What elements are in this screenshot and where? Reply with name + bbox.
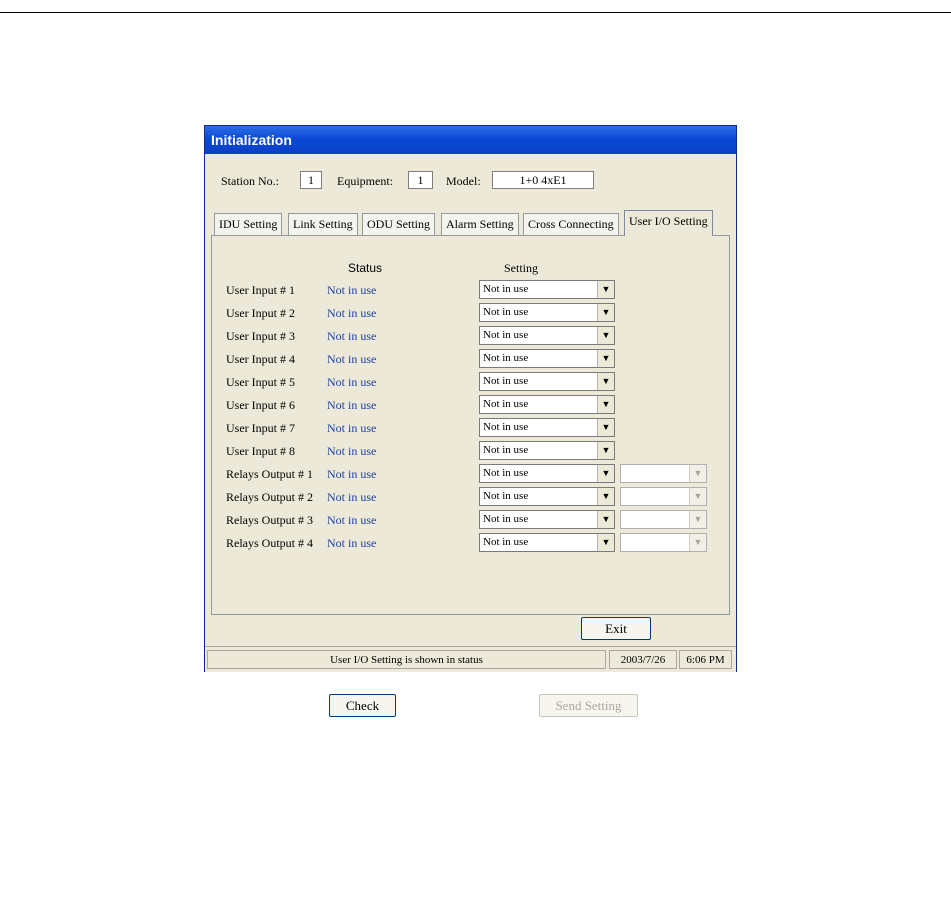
io-row-label: User Input # 8 [226,444,295,458]
io-row-setting-value: Not in use [483,513,529,525]
io-row-label: User Input # 2 [226,306,295,320]
tab-odu-setting[interactable]: ODU Setting [362,213,435,235]
chevron-down-icon[interactable]: ▼ [597,488,614,505]
io-row-setting-value: Not in use [483,536,529,548]
tab-idu-setting[interactable]: IDU Setting [214,213,283,235]
io-row-setting-value: Not in use [483,375,529,387]
io-row-setting-select[interactable]: Not in use ▼ [479,533,615,552]
tab-cross-connecting[interactable]: Cross Connecting [523,213,619,235]
io-row-label: Relays Output # 2 [226,490,313,504]
chevron-down-icon[interactable]: ▼ [597,465,614,482]
io-row-setting-value: Not in use [483,467,529,479]
status-time: 6:06 PM [679,650,732,669]
io-row-label: User Input # 7 [226,421,295,435]
equipment-field[interactable]: 1 [408,171,433,189]
status-column-header: Status [348,261,383,275]
io-row-setting-value: Not in use [483,306,529,318]
io-row-setting-select[interactable]: Not in use ▼ [479,487,615,506]
chevron-down-icon: ▼ [689,488,706,505]
setting-column-header: Setting [504,261,539,275]
io-row-label: User Input # 3 [226,329,295,343]
station-label: Station No.: [221,174,280,188]
io-row-setting-select[interactable]: Not in use ▼ [479,418,615,437]
io-row-status: Not in use [327,444,377,458]
chevron-down-icon[interactable]: ▼ [597,419,614,436]
io-row-label: Relays Output # 3 [226,513,313,527]
io-row-setting-select[interactable]: Not in use ▼ [479,395,615,414]
model-label: Model: [446,174,481,188]
tab-alarm-setting[interactable]: Alarm Setting [441,213,519,235]
io-row-setting-value: Not in use [483,352,529,364]
io-row-setting-select[interactable]: Not in use ▼ [479,349,615,368]
io-row-status: Not in use [327,398,377,412]
io-row-setting-select[interactable]: Not in use ▼ [479,441,615,460]
chevron-down-icon[interactable]: ▼ [597,327,614,344]
io-row-status: Not in use [327,352,377,366]
io-row-setting-value: Not in use [483,283,529,295]
io-row-status: Not in use [327,421,377,435]
chevron-down-icon: ▼ [689,465,706,482]
io-row-setting-select[interactable]: Not in use ▼ [479,326,615,345]
io-row-setting-value: Not in use [483,444,529,456]
tab-user-io-setting[interactable]: User I/O Setting [624,210,713,236]
io-row-secondary-select[interactable]: ▼ [620,510,707,529]
io-row-status: Not in use [327,513,377,527]
io-row-label: Relays Output # 4 [226,536,313,550]
chevron-down-icon[interactable]: ▼ [597,350,614,367]
status-date: 2003/7/26 [609,650,677,669]
io-row-label: User Input # 6 [226,398,295,412]
send-setting-button[interactable]: Send Setting [539,694,638,717]
chevron-down-icon[interactable]: ▼ [597,373,614,390]
status-bar: User I/O Setting is shown in status 2003… [205,646,736,672]
io-row-status: Not in use [327,467,377,481]
tab-link-setting[interactable]: Link Setting [288,213,358,235]
equipment-label: Equipment: [337,174,393,188]
chevron-down-icon: ▼ [689,511,706,528]
status-message: User I/O Setting is shown in status [207,650,606,669]
chevron-down-icon[interactable]: ▼ [597,304,614,321]
io-row-status: Not in use [327,283,377,297]
io-row-setting-value: Not in use [483,398,529,410]
user-io-panel: Status Setting User Input # 1 Not in use N… [211,235,730,717]
io-row-status: Not in use [327,490,377,504]
io-row-status: Not in use [327,329,377,343]
window-title: Initialization [205,126,736,154]
chevron-down-icon: ▼ [689,534,706,551]
chevron-down-icon[interactable]: ▼ [597,442,614,459]
station-field[interactable]: 1 [300,171,322,189]
io-row-setting-select[interactable]: Not in use ▼ [479,510,615,529]
io-row-secondary-select[interactable]: ▼ [620,487,707,506]
model-field[interactable]: 1+0 4xE1 [492,171,594,189]
io-row-status: Not in use [327,536,377,550]
exit-button[interactable]: Exit [581,617,651,640]
io-row-secondary-select[interactable]: ▼ [620,464,707,483]
io-row-label: User Input # 5 [226,375,295,389]
io-row-setting-value: Not in use [483,329,529,341]
io-row-setting-select[interactable]: Not in use ▼ [479,303,615,322]
io-row-status: Not in use [327,306,377,320]
chevron-down-icon[interactable]: ▼ [597,396,614,413]
check-button[interactable]: Check [329,694,396,717]
chevron-down-icon[interactable]: ▼ [597,281,614,298]
chevron-down-icon[interactable]: ▼ [597,534,614,551]
io-row-setting-value: Not in use [483,490,529,502]
io-row-label: User Input # 1 [226,283,295,297]
io-row-secondary-select[interactable]: ▼ [620,533,707,552]
io-row-setting-select[interactable]: Not in use ▼ [479,464,615,483]
io-row-setting-select[interactable]: Not in use ▼ [479,372,615,391]
io-row-status: Not in use [327,375,377,389]
io-row-label: Relays Output # 1 [226,467,313,481]
page-top-rule [0,12,951,13]
io-row-setting-select[interactable]: Not in use ▼ [479,280,615,299]
io-row-label: User Input # 4 [226,352,295,366]
initialization-dialog: Initialization Station No.: 1 Equipment:… [204,125,737,717]
chevron-down-icon[interactable]: ▼ [597,511,614,528]
io-row-setting-value: Not in use [483,421,529,433]
